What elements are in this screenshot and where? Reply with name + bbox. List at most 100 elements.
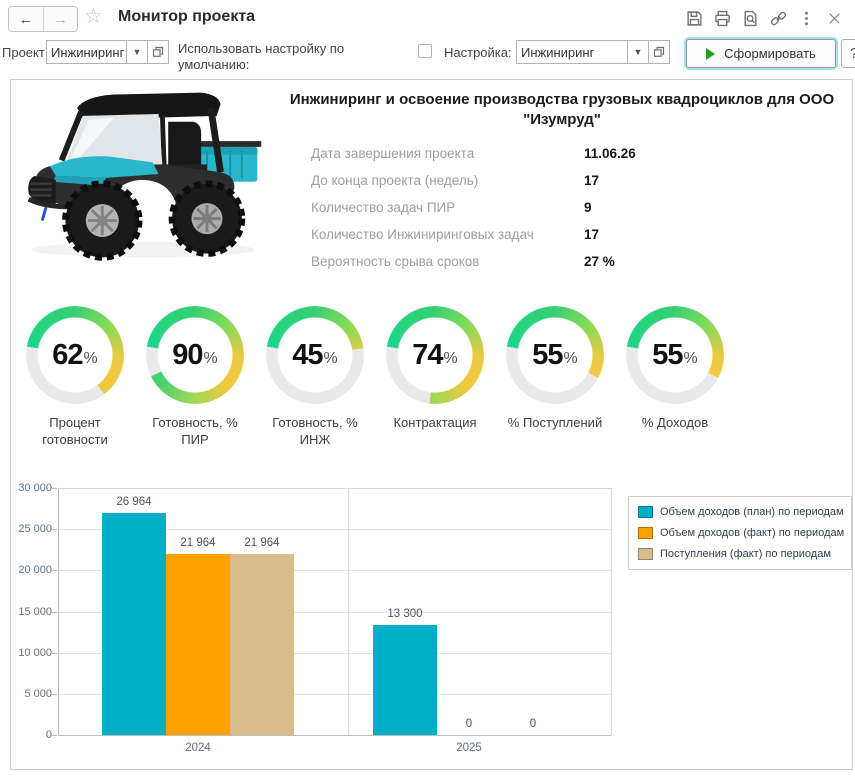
y-tick [52,693,57,695]
legend-item-1: Объем доходов (план) по периодам [638,506,844,518]
info-label: Количество задач ПИР [311,200,456,215]
info-label: Количество Инжиниринговых задач [311,227,534,242]
gauge-value: 55% [506,306,604,404]
back-button[interactable]: ← [9,7,43,31]
info-value: 9 [584,200,592,215]
setting-input[interactable]: Инжиниринг [516,40,628,64]
gauge-label: Готовность, % ИНЖ [272,415,358,447]
project-label: Проект: [2,45,49,60]
bar-2025-series1 [373,625,437,735]
project-monitor-window: ← → ☆ Монитор проекта Проект: Инжиниринг… [0,0,855,779]
legend-label: Поступления (факт) по периодам [660,548,831,560]
gauge-ring: 74% [386,306,484,404]
gauge-number: 90 [172,338,203,371]
y-tick-label: 5 000 [24,687,52,700]
gauge-3: 45% Готовность, % ИНЖ [259,306,371,448]
y-tick-label: 20 000 [18,564,52,577]
gauge-value: 74% [386,306,484,404]
y-axis-line [58,488,59,735]
y-tick [52,529,57,531]
info-row: Количество задач ПИР 9 [311,194,831,221]
close-button[interactable] [825,9,843,27]
legend-item-2: Объем доходов (факт) по периодам [638,527,845,539]
print-preview-button[interactable] [741,9,759,27]
info-row: До конца проекта (недель) 17 [311,167,831,194]
project-dropdown-button[interactable]: ▼ [127,40,148,64]
y-tick [52,611,57,613]
legend-label: Объем доходов (факт) по периодам [660,527,845,539]
setting-open-button[interactable] [649,40,670,64]
legend-item-3: Поступления (факт) по периодам [638,548,842,560]
gauge-number: 74 [412,338,443,371]
bar-2024-series3 [230,554,294,735]
forward-button[interactable]: → [43,7,77,31]
gauge-value: 45% [266,306,364,404]
info-value: 27 % [584,254,615,269]
gauge-6: 55% % Доходов [619,306,731,448]
info-value: 17 [584,227,600,242]
utv-vehicle-image [27,92,262,261]
nav-button-group: ← → [8,6,78,32]
generate-report-button[interactable]: Сформировать [686,39,836,68]
report-settings-row: Проект: Инжиниринг ▼ Использовать настро… [0,36,855,78]
info-label: Дата завершения проекта [311,146,475,161]
more-button[interactable] [797,9,815,27]
bar-2024-series2 [166,554,230,735]
legend-swatch [638,527,653,539]
get-link-button[interactable] [769,9,787,27]
info-label: Вероятность срыва сроков [311,254,480,269]
y-tick-label: 25 000 [18,523,52,536]
gauges-row: 62% Процент готовности 90% Готовность, % ПИ… [19,306,749,448]
y-tick-label: 30 000 [18,482,52,494]
y-tick-label: 10 000 [18,646,52,659]
project-input[interactable]: Инжиниринг [46,40,127,64]
favorite-star-icon[interactable]: ☆ [84,4,103,29]
use-default-checkbox[interactable] [418,44,432,58]
gauge-label: % Доходов [641,415,709,430]
setting-field-group: Инжиниринг ▼ [516,40,670,64]
gauge-ring: 62% [26,306,124,404]
revenue-bar-chart: 0 5 000 10 000 15 000 20 000 25 000 30 000 26 9… [11,482,854,768]
play-icon [706,47,716,60]
help-button[interactable]: ? [841,39,855,68]
legend-swatch [638,548,653,560]
y-tick [52,735,57,736]
bar-value-label: 0 [529,718,537,730]
save-button[interactable] [685,9,703,27]
legend-label: Объем доходов (план) по периодам [660,506,844,518]
plot-right-border [611,488,612,735]
titlebar: ← → ☆ Монитор проекта [0,0,855,36]
info-value: 11.06.26 [584,146,636,161]
x-category-label: 2024 [185,742,211,754]
gridline [58,488,611,489]
info-row: Вероятность срыва сроков 27 % [311,248,831,275]
chevron-down-icon: ▼ [132,47,142,57]
gauge-percent-sign: % [323,349,338,367]
gauge-percent-sign: % [443,349,458,367]
gauge-4: 74% Контрактация [379,306,491,448]
titlebar-icons [685,9,855,27]
setting-label: Настройка: [444,45,512,60]
link-icon [770,11,786,25]
kebab-menu-icon [804,11,808,25]
y-tick [52,570,57,572]
info-value: 17 [584,173,600,188]
project-open-button[interactable] [148,40,169,64]
y-tick-label: 0 [45,729,52,741]
gauge-label: Контрактация [393,415,477,430]
gauge-ring: 55% [506,306,604,404]
page-title: Монитор проекта [118,8,256,25]
gauge-number: 55 [652,338,683,371]
gauge-label: % Поступлений [507,415,603,430]
gauge-percent-sign: % [563,349,578,367]
print-button[interactable] [713,9,731,27]
gauge-number: 45 [292,338,323,371]
bar-2024-series1 [102,512,166,735]
use-default-label: Использовать настройку по умолчанию: [178,41,345,72]
y-tick [52,652,57,654]
gauge-percent-sign: % [83,349,98,367]
gauge-number: 62 [52,338,83,371]
setting-dropdown-button[interactable]: ▼ [628,40,649,64]
gauge-percent-sign: % [203,349,218,367]
floppy-icon [686,10,702,26]
